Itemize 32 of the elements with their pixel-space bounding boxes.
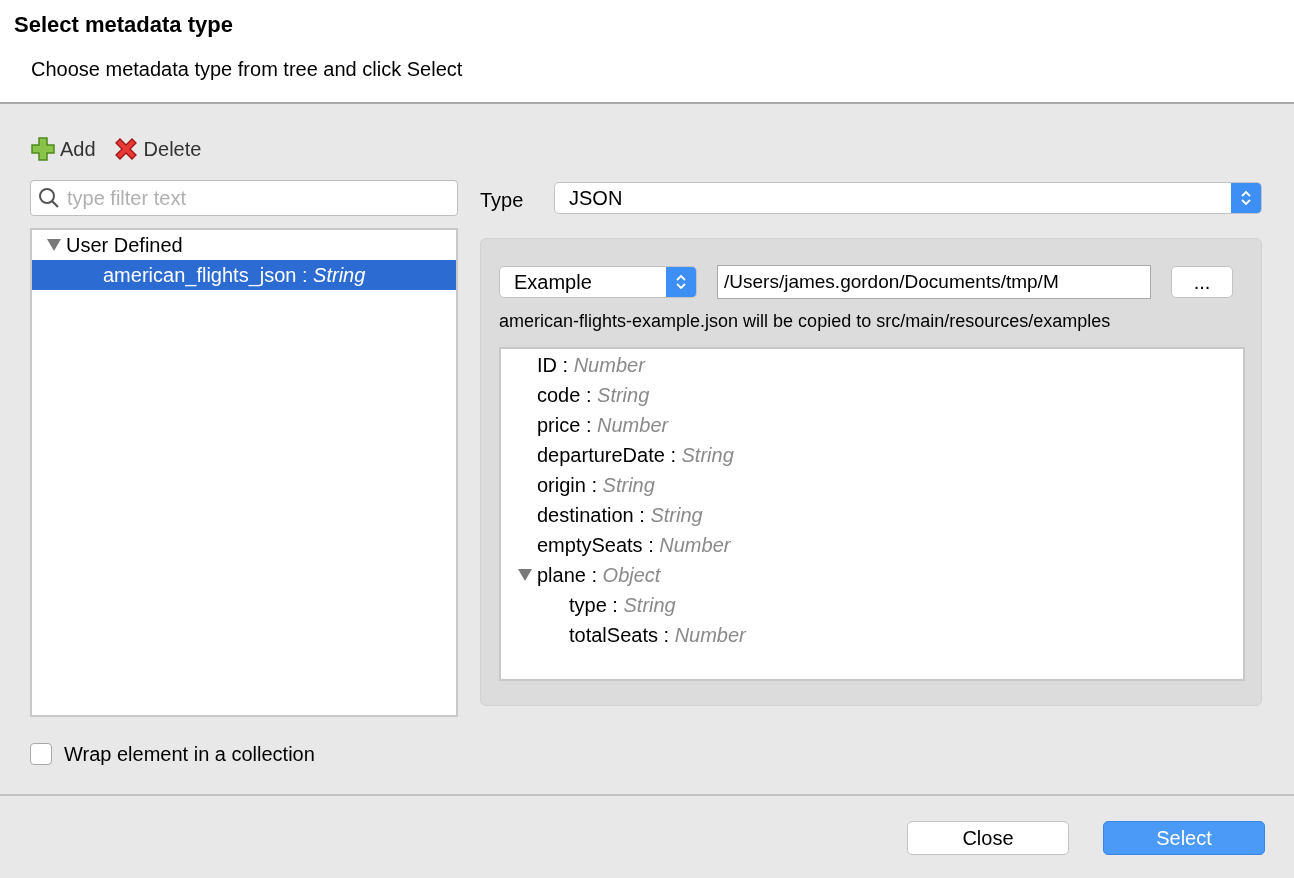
tree-item[interactable]: american_flights_json : String [32, 260, 456, 290]
checkbox-label: Wrap element in a collection [64, 742, 315, 767]
tree-item[interactable]: emptySeats : Number [501, 530, 1243, 560]
search-icon [38, 187, 60, 209]
tree-item[interactable]: ID : Number [501, 350, 1243, 380]
tree-item[interactable]: code : String [501, 380, 1243, 410]
mode-dropdown[interactable]: Example [499, 266, 697, 298]
tree-item[interactable]: plane : Object [501, 560, 1243, 590]
stepper-icon [675, 273, 687, 291]
toolbar-button[interactable]: Delete [111, 134, 202, 164]
tree-item[interactable]: User Defined [32, 230, 456, 260]
copy-message: american-flights-example.json will be copied to src/main/resources/examples [499, 310, 1112, 333]
type-label: Type [480, 188, 525, 213]
dialog-title: Select metadata type [14, 11, 233, 39]
tree-item[interactable]: origin : String [501, 470, 1243, 500]
type-dropdown[interactable]: JSON [554, 182, 1262, 214]
path-field[interactable]: /Users/james.gordon/Documents/tmp/M [717, 265, 1151, 299]
dialog-subtitle: Choose metadata type from tree and click Select [31, 57, 463, 82]
plus-icon [30, 136, 56, 162]
tree-item[interactable]: destination : String [501, 500, 1243, 530]
expand-triangle-icon[interactable] [517, 568, 533, 582]
checkbox[interactable] [30, 743, 52, 765]
tree-item[interactable]: type : String [501, 590, 1243, 620]
search-field[interactable]: type filter text [30, 180, 458, 216]
toolbar-button[interactable]: Add [30, 134, 96, 164]
tree-item[interactable]: price : Number [501, 410, 1243, 440]
tree-item[interactable]: departureDate : String [501, 440, 1243, 470]
expand-triangle-icon[interactable] [46, 238, 62, 252]
stepper-icon [1240, 189, 1252, 207]
browse-button[interactable]: ... [1171, 266, 1233, 298]
dialog-button[interactable]: Close [907, 821, 1069, 855]
tree-item[interactable]: totalSeats : Number [501, 620, 1243, 650]
